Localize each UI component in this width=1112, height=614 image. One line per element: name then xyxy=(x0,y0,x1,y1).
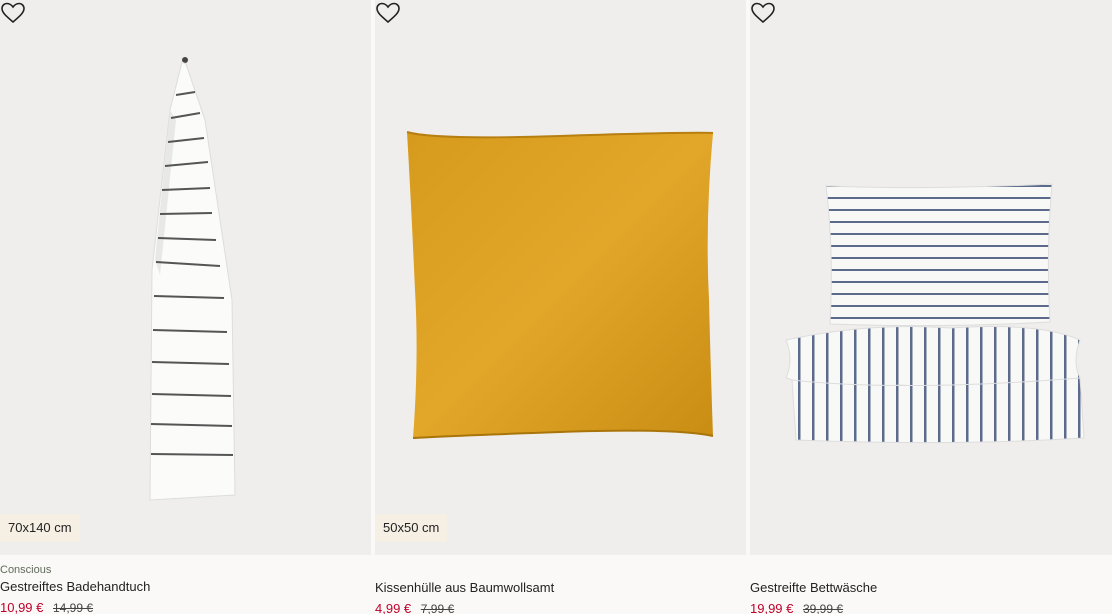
product-info: Kissenhülle aus Baumwollsamt 4,99 € 7,99… xyxy=(375,555,746,614)
original-price: 14,99 € xyxy=(53,601,94,614)
product-card: 50x50 cm Kissenhülle aus Baumwollsamt 4,… xyxy=(375,0,746,614)
product-prices: 10,99 € 14,99 € xyxy=(0,599,371,614)
product-info: Conscious Gestreiftes Badehandtuch 10,99… xyxy=(0,555,371,614)
heart-outline-icon[interactable] xyxy=(375,0,401,26)
original-price: 7,99 € xyxy=(420,602,455,614)
product-image-yellow-velvet-cushion[interactable]: 50x50 cm xyxy=(375,0,746,555)
size-badge: 70x140 cm xyxy=(0,514,80,542)
product-name[interactable]: Gestreifte Bettwäsche xyxy=(750,579,1112,597)
heart-outline-icon[interactable] xyxy=(0,0,26,26)
product-prices: 4,99 € 7,99 € xyxy=(375,600,746,614)
cushion-illustration xyxy=(375,0,746,555)
product-prices: 19,99 € 39,99 € xyxy=(750,600,1112,614)
size-badge: 50x50 cm xyxy=(375,514,448,542)
product-name[interactable]: Gestreiftes Badehandtuch xyxy=(0,578,371,596)
sale-price: 10,99 € xyxy=(0,600,44,614)
bed-linen-illustration xyxy=(750,0,1112,555)
sale-price: 19,99 € xyxy=(750,601,794,614)
product-tag: Conscious xyxy=(0,564,52,576)
product-grid: 70x140 cm Conscious Gestreiftes Badehand… xyxy=(0,0,1112,614)
product-image-striped-towel[interactable]: 70x140 cm xyxy=(0,0,371,555)
heart-outline-icon[interactable] xyxy=(750,0,776,26)
towel-illustration xyxy=(0,0,371,555)
original-price: 39,99 € xyxy=(803,602,844,614)
product-name[interactable]: Kissenhülle aus Baumwollsamt xyxy=(375,579,746,597)
product-info: Gestreifte Bettwäsche 19,99 € 39,99 € xyxy=(750,555,1112,614)
sale-price: 4,99 € xyxy=(375,601,412,614)
product-card: Gestreifte Bettwäsche 19,99 € 39,99 € xyxy=(750,0,1112,614)
product-image-striped-bed-linen[interactable] xyxy=(750,0,1112,555)
product-card: 70x140 cm Conscious Gestreiftes Badehand… xyxy=(0,0,371,614)
